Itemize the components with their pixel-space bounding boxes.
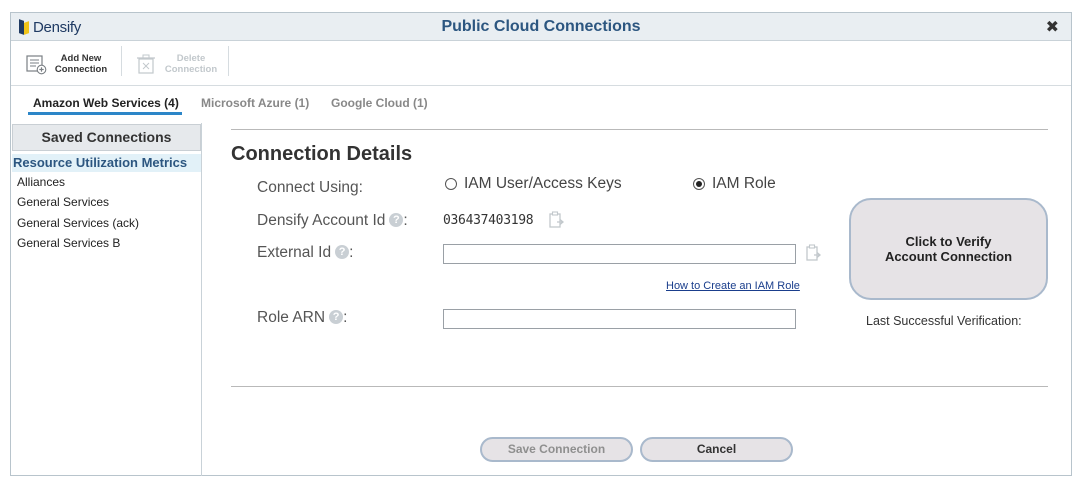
delete-label-line1: Delete [176,53,206,64]
top-divider [231,129,1048,130]
connect-using-label: Connect Using: [257,179,363,196]
save-connection-button[interactable]: Save Connection [480,437,633,462]
toolbar-divider [228,46,229,76]
sidebar-item-resource-utilization-metrics[interactable]: Resource Utilization Metrics [12,154,201,172]
external-id-input[interactable] [443,244,796,264]
add-connection-icon [26,55,47,75]
how-to-create-iam-role-link[interactable]: How to Create an IAM Role [666,280,800,292]
radio-iam-user-access-keys[interactable]: IAM User/Access Keys [445,175,622,193]
connection-details-title: Connection Details [231,143,413,165]
add-connection-button[interactable]: Add New Connection [25,47,109,81]
sidebar-item-general-services[interactable]: General Services [12,195,201,209]
radio-unchecked-icon [445,178,457,190]
toolbar: Add New Connection Delete Connection [11,42,1071,86]
role-arn-input[interactable] [443,309,796,329]
cancel-button[interactable]: Cancel [640,437,793,462]
radio-label-role: IAM Role [712,175,776,192]
sidebar-item-general-services-ack[interactable]: General Services (ack) [12,216,201,230]
copy-external-id-icon[interactable] [806,244,822,262]
active-tab-indicator [28,112,182,115]
help-icon[interactable]: ? [389,212,404,227]
toolbar-divider [121,46,122,76]
account-id-value: 036437403198 [443,213,534,228]
account-id-label: Densify Account Id?: [257,212,408,229]
help-icon[interactable]: ? [329,309,344,324]
add-label-line2: Connection [54,64,108,75]
sidebar-item-alliances[interactable]: Alliances [12,175,201,189]
sidebar-item-general-services-b[interactable]: General Services B [12,236,201,250]
tab-microsoft-azure[interactable]: Microsoft Azure (1) [201,96,309,110]
provider-tabs: Amazon Web Services (4) Microsoft Azure … [11,87,1071,123]
trash-icon [137,54,155,74]
radio-iam-role[interactable]: IAM Role [693,175,776,193]
saved-connections-panel: Saved Connections Resource Utilization M… [11,123,202,476]
bottom-divider [231,386,1048,387]
delete-connection-button[interactable]: Delete Connection [135,47,219,81]
title-bar: Densify Public Cloud Connections ✖ [11,13,1071,41]
radio-checked-icon [693,178,705,190]
close-icon[interactable]: ✖ [1046,17,1059,37]
copy-account-id-icon[interactable] [549,211,565,229]
help-icon[interactable]: ? [335,244,350,259]
external-id-label: External Id?: [257,244,354,261]
tab-google-cloud[interactable]: Google Cloud (1) [331,96,428,110]
verify-account-connection-button[interactable]: Click to Verify Account Connection [849,198,1048,300]
dialog-title: Public Cloud Connections [441,18,641,35]
public-cloud-connections-dialog: Densify Public Cloud Connections ✖ Add N… [10,12,1072,476]
saved-connections-heading: Saved Connections [12,124,201,151]
role-arn-label: Role ARN?: [257,309,348,326]
tab-amazon-web-services[interactable]: Amazon Web Services (4) [33,96,179,110]
add-label-line1: Add New [60,53,102,64]
delete-label-line2: Connection [164,64,218,75]
radio-label-keys: IAM User/Access Keys [464,175,622,192]
last-successful-verification-label: Last Successful Verification: [866,314,1022,328]
